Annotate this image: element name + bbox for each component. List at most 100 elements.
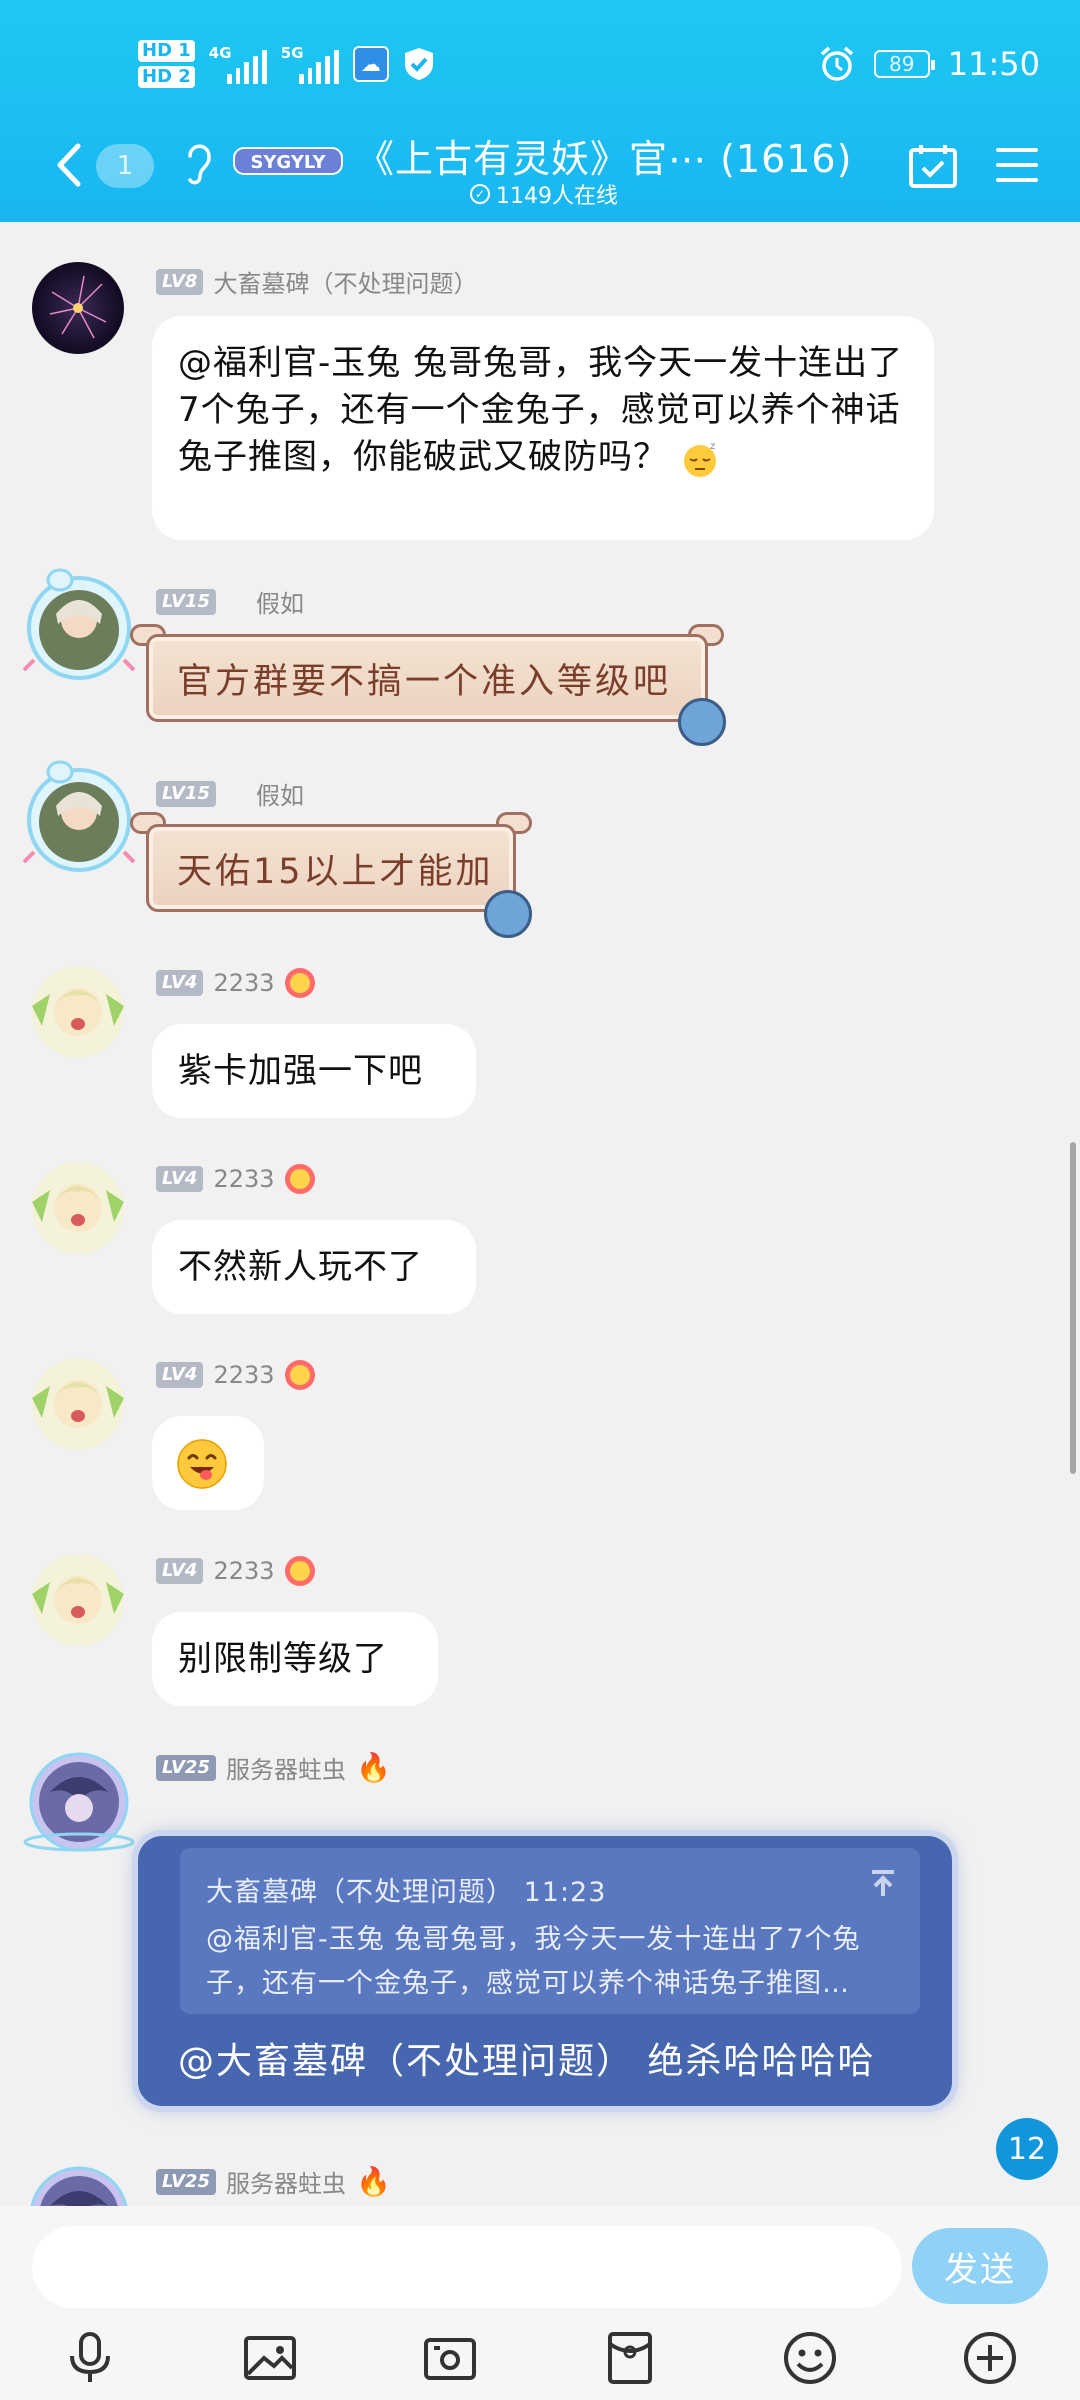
microphone-icon[interactable] [60, 2328, 120, 2388]
level-badge: LV25 [156, 1754, 216, 1781]
new-messages-badge[interactable]: 12 [996, 2118, 1058, 2180]
battery-level: 89 [889, 52, 915, 76]
title-face-icon [284, 968, 315, 998]
level-badge: LV25 [156, 2168, 216, 2195]
clock: 11:50 [947, 45, 1040, 83]
message-text: 官方群要不搞一个准入等级吧 [177, 661, 672, 702]
message-text: 紫卡加强一下吧 [178, 1051, 423, 1091]
level-badge: LV8 [156, 268, 204, 295]
message-bubble[interactable]: 天佑15以上才能加 [146, 824, 516, 912]
weather-icon: ☁ [352, 46, 389, 82]
image-icon[interactable] [240, 2328, 300, 2388]
sender-name[interactable]: 2233 [213, 1557, 274, 1585]
title-face-icon [284, 1360, 315, 1390]
signal-4g-icon: 4G [209, 44, 267, 84]
fire-icon: 🔥 [355, 2165, 391, 2198]
avatar[interactable] [20, 758, 138, 876]
sender-meta: LV25 服务器蛀虫 🔥 [156, 2164, 391, 2199]
message-composer: 发送 [0, 2206, 1080, 2400]
shield-check-icon [404, 48, 433, 80]
game-logo: SYGYLY [233, 147, 343, 175]
sender-name[interactable]: 2233 [213, 1165, 274, 1193]
level-badge: LV4 [156, 1166, 204, 1192]
alarm-icon [820, 46, 853, 81]
avatar[interactable] [32, 1162, 124, 1254]
sender-name[interactable]: 假如 [256, 776, 304, 811]
sender-meta: LV8 大畜墓碑（不处理问题） [156, 264, 477, 299]
sim2-label: HD 2 [138, 66, 195, 88]
quoted-message[interactable]: 大畜墓碑（不处理问题） 11:23 @福利官-玉兔 兔哥兔哥，我今天一发十连出了… [180, 1848, 920, 2014]
sender-meta: LV25 服务器蛀虫 🔥 [156, 1750, 391, 1785]
sender-meta: LV15 假如 [156, 776, 304, 811]
avatar[interactable] [20, 1742, 138, 1860]
avatar[interactable] [32, 262, 124, 354]
message-bubble[interactable] [152, 1416, 264, 1510]
back-arrow-icon[interactable] [50, 140, 90, 190]
sim-indicators: HD 1 HD 2 [138, 40, 195, 88]
calendar-check-icon[interactable] [908, 142, 958, 190]
app-header: HD 1 HD 2 4G 5G ☁ 89 11:50 1 SYGYLY 《上古有… [0, 0, 1080, 222]
menu-icon[interactable] [996, 146, 1038, 184]
battery-icon: 89 [873, 50, 935, 78]
signal-5g-icon: 5G [281, 44, 339, 84]
online-count-label: 1149人在线 [496, 184, 618, 209]
sender-meta: LV15 假如 [156, 584, 304, 619]
sender-name[interactable]: 2233 [213, 1361, 274, 1389]
sender-name[interactable]: 假如 [256, 584, 304, 619]
level-badge: LV15 [156, 588, 216, 615]
group-title[interactable]: 《上古有灵妖》官⋯ (1616) [356, 128, 852, 183]
title-face-icon [284, 1164, 315, 1194]
message-text: 天佑15以上才能加 [177, 851, 494, 892]
message-text: @福利官-玉兔 兔哥兔哥，我今天一发十连出了7个兔子，还有一个金兔子，感觉可以养… [178, 343, 904, 477]
red-packet-icon[interactable] [600, 2328, 660, 2388]
title-face-icon [284, 1556, 315, 1586]
message-bubble[interactable]: 紫卡加强一下吧 [152, 1024, 476, 1118]
message-text: @大畜墓碑（不处理问题） 绝杀哈哈哈哈 [178, 2041, 876, 2082]
chat-nav-bar: 1 SYGYLY 《上古有灵妖》官⋯ (1616) ✓ 1149人在线 [0, 128, 1080, 210]
message-bubble[interactable]: 不然新人玩不了 [152, 1220, 476, 1314]
sender-name[interactable]: 2233 [213, 969, 274, 997]
send-button[interactable]: 发送 [912, 2228, 1048, 2304]
avatar[interactable] [20, 2156, 138, 2206]
avatar[interactable] [20, 566, 138, 684]
sim1-label: HD 1 [138, 40, 195, 62]
husky-sticker-icon [678, 698, 726, 746]
yum-face-icon [177, 1439, 227, 1489]
status-bar-right: 89 11:50 [818, 34, 1040, 94]
message-bubble[interactable]: 大畜墓碑（不处理问题） 11:23 @福利官-玉兔 兔哥兔哥，我今天一发十连出了… [138, 1836, 952, 2106]
svg-text:z: z [710, 441, 716, 452]
avatar[interactable] [32, 966, 124, 1058]
chat-message: LV25 服务器蛀虫 🔥 [0, 2152, 1080, 2206]
quoted-text: @福利官-玉兔 兔哥兔哥，我今天一发十连出了7个兔子，还有一个金兔子，感觉可以养… [206, 1924, 861, 1999]
sleepy-face-icon: z [683, 441, 716, 477]
message-text: 别限制等级了 [178, 1639, 388, 1679]
online-check-icon: ✓ [470, 184, 490, 204]
sender-meta: LV4 2233 [156, 1556, 315, 1586]
jump-to-top-icon[interactable] [868, 1868, 898, 1898]
sender-meta: LV4 2233 [156, 1164, 315, 1194]
message-bubble[interactable]: @福利官-玉兔 兔哥兔哥，我今天一发十连出了7个兔子，还有一个金兔子，感觉可以养… [152, 316, 934, 540]
unread-count-badge[interactable]: 1 [96, 144, 154, 188]
message-input[interactable] [32, 2226, 902, 2308]
level-badge: LV4 [156, 1362, 204, 1388]
fire-icon: 🔥 [355, 1751, 391, 1784]
sender-name[interactable]: 服务器蛀虫 [226, 1750, 346, 1785]
avatar[interactable] [32, 1554, 124, 1646]
level-badge: LV4 [156, 970, 204, 996]
quoted-header: 大畜墓碑（不处理问题） 11:23 [206, 1877, 607, 1908]
husky-sticker-icon [484, 890, 532, 938]
message-bubble[interactable]: 别限制等级了 [152, 1612, 438, 1706]
sender-name[interactable]: 服务器蛀虫 [226, 2164, 346, 2199]
plus-icon[interactable] [960, 2328, 1020, 2388]
scrollbar[interactable] [1070, 1142, 1076, 1474]
sender-name[interactable]: 大畜墓碑（不处理问题） [213, 264, 477, 299]
ear-icon[interactable] [184, 138, 214, 188]
emoji-icon[interactable] [780, 2328, 840, 2388]
level-badge: LV4 [156, 1558, 204, 1584]
level-badge: LV15 [156, 780, 216, 807]
avatar[interactable] [32, 1358, 124, 1450]
message-bubble[interactable]: 官方群要不搞一个准入等级吧 [146, 634, 708, 722]
sender-meta: LV4 2233 [156, 1360, 315, 1390]
camera-icon[interactable] [420, 2328, 480, 2388]
online-count: ✓ 1149人在线 [470, 178, 618, 210]
